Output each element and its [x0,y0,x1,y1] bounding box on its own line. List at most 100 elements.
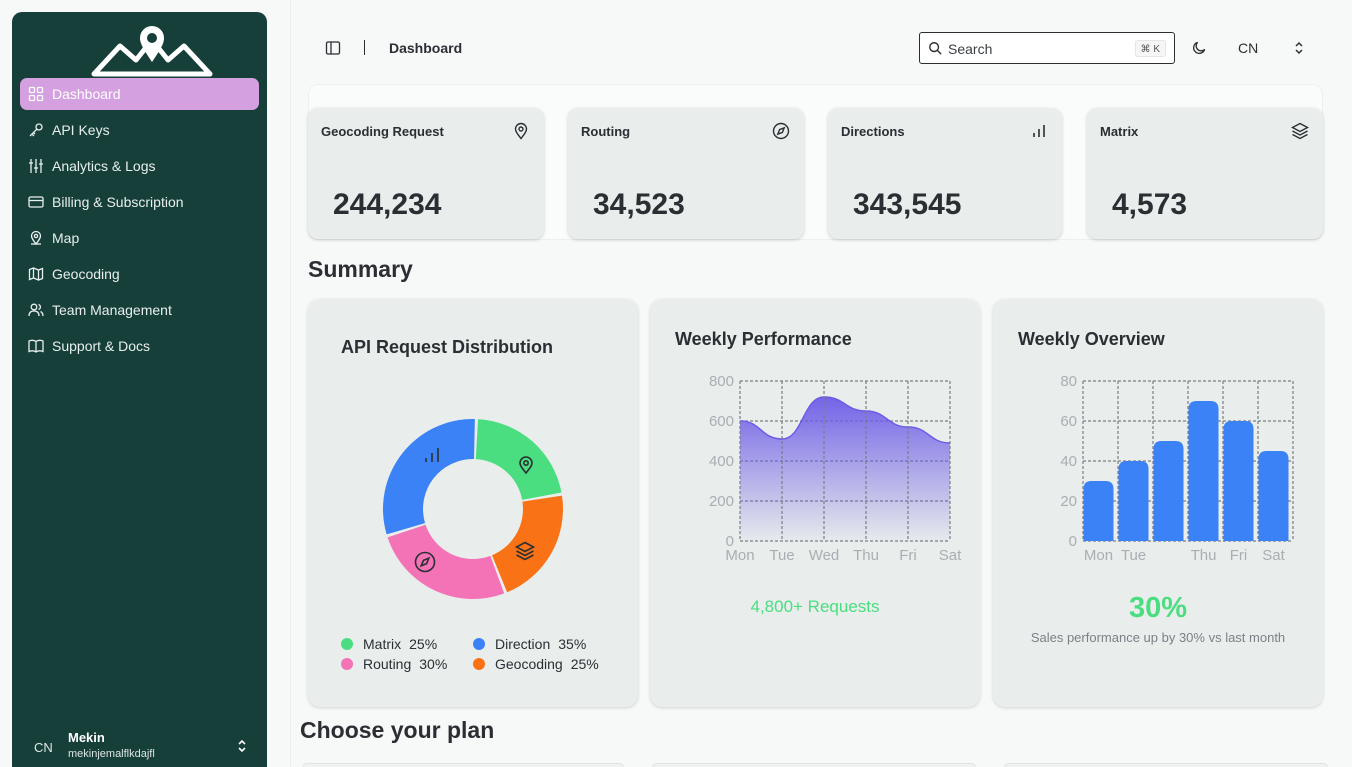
compass-icon [772,122,790,140]
legend-swatch [473,658,485,670]
donut-chart [383,419,563,599]
sidebar-item-label: Analytics & Logs [52,158,156,174]
y-tick-label: 20 [1060,493,1077,510]
stat-card-matrix: Matrix 4,573 [1087,108,1323,239]
breadcrumb[interactable]: Dashboard [389,40,462,56]
sidebar-item-analytics[interactable]: Analytics & Logs [20,150,259,182]
stat-title: Geocoding Request [321,124,444,139]
search-icon [929,42,942,55]
requests-caption: 4,800+ Requests [750,597,880,616]
credit-card-icon [28,196,44,208]
user-name: Mekin [68,730,105,745]
stat-value: 34,523 [593,188,685,221]
sidebar-item-label: Team Management [52,302,172,318]
sidebar-item-label: Dashboard [52,86,121,102]
plan-card[interactable] [302,763,624,767]
sidebar-item-billing[interactable]: Billing & Subscription [20,186,259,218]
sidebar-item-support[interactable]: Support & Docs [20,330,259,362]
legend-pct: 35% [558,636,587,652]
chevrons-up-down-icon[interactable] [234,738,250,754]
plan-card[interactable] [652,763,976,767]
plans-heading: Choose your plan [300,717,495,743]
sidebar-toggle-icon[interactable] [325,40,341,56]
plan-card[interactable] [1004,763,1328,767]
search-shortcut: ⌘ K [1134,40,1166,57]
y-tick-label: 80 [1060,373,1077,390]
top-bar: Dashboard Search ⌘ K CN [292,0,1352,90]
legend-pct: 30% [419,656,448,672]
x-tick-label: Sat [1262,547,1285,564]
sidebar-item-map[interactable]: Map [20,222,259,254]
x-tick-label: Mon [725,547,754,564]
summary-heading: Summary [308,256,413,282]
sidebar-item-team[interactable]: Team Management [20,294,259,326]
header-separator [364,40,365,55]
map-pin-icon [514,122,528,140]
user-menu[interactable]: CN Mekin mekinjemalflkdajfl [12,726,267,766]
legend-item-routing: Routing 30% [341,656,447,672]
bar-mon [1083,481,1114,541]
bar-thu [1188,401,1219,541]
stat-card-directions: Directions 343,545 [828,108,1062,239]
legend-label: Routing [363,656,412,672]
stat-value: 343,545 [853,188,962,221]
chevrons-up-down-icon[interactable] [1291,40,1307,56]
sidebar-item-geocoding[interactable]: Geocoding [20,258,259,290]
user-email: mekinjemalflkdajfl [68,748,155,760]
map-pin-icon [30,230,42,246]
x-tick-label: Tue [769,547,794,564]
key-icon [29,123,43,137]
moon-icon[interactable] [1192,40,1207,55]
legend-label: Matrix [363,636,402,652]
sidebar-item-label: Support & Docs [52,338,151,354]
legend-swatch [341,638,353,650]
search-placeholder: Search [948,41,993,57]
legend-item-matrix: Matrix 25% [341,636,437,652]
sidebar-item-dashboard[interactable]: Dashboard [20,78,259,110]
sliders-icon [29,159,43,173]
legend-pct: 25% [570,656,599,672]
y-tick-label: 0 [1069,533,1077,550]
legend-item-direction: Direction 35% [473,636,586,652]
bar-fri [1223,421,1254,541]
user-lang-badge: CN [34,740,53,755]
x-tick-label: Thu [1191,547,1217,564]
language-switch[interactable]: CN [1238,40,1258,56]
growth-caption: Sales performance up by 30% vs last mont… [1030,630,1286,645]
stat-value: 4,573 [1112,188,1188,221]
book-icon [28,339,44,353]
stat-value: 244,234 [333,188,442,221]
sidebar-item-api-keys[interactable]: API Keys [20,114,259,146]
legend-swatch [473,638,485,650]
legend-swatch [341,658,353,670]
bar-unlabeled [1153,441,1184,541]
y-tick-label: 40 [1060,453,1077,470]
weekly-overview-panel: Weekly Overview 0 20 40 60 80 Mon Tue Thu Fri Sat… [993,299,1323,707]
x-tick-label: Fri [899,547,917,564]
sidebar: Dashboard API Keys Analytics & Logs Bill… [12,12,267,767]
donut-slice-direction [383,419,475,535]
search-input[interactable]: Search ⌘ K [919,32,1175,64]
x-tick-label: Thu [853,547,879,564]
donut-slice-routing [387,524,505,599]
x-tick-label: Wed [809,547,840,564]
legend-pct: 25% [409,636,438,652]
stat-title: Directions [841,124,905,139]
y-tick-label: 60 [1060,413,1077,430]
stat-title: Routing [581,124,631,139]
grid-icon [28,86,44,102]
area-fill [740,397,950,541]
sidebar-nav: Dashboard API Keys Analytics & Logs Bill… [20,78,259,366]
layers-icon [1291,122,1309,140]
stat-card-geocoding: Geocoding Request 244,234 [308,108,544,239]
users-icon [28,303,44,317]
bar-chart: 0 20 40 60 80 Mon Tue Thu Fri Sat [1060,373,1294,564]
y-tick-label: 600 [709,413,734,430]
sidebar-item-label: Geocoding [52,266,120,282]
x-tick-label: Mon [1084,547,1113,564]
legend-label: Direction [495,636,551,652]
brand-logo[interactable] [90,22,214,82]
content-divider [290,0,291,767]
area-chart: 0200400600800Mon Tue Wed Thu Fri Sat [709,373,962,564]
y-tick-label: 800 [709,373,734,390]
